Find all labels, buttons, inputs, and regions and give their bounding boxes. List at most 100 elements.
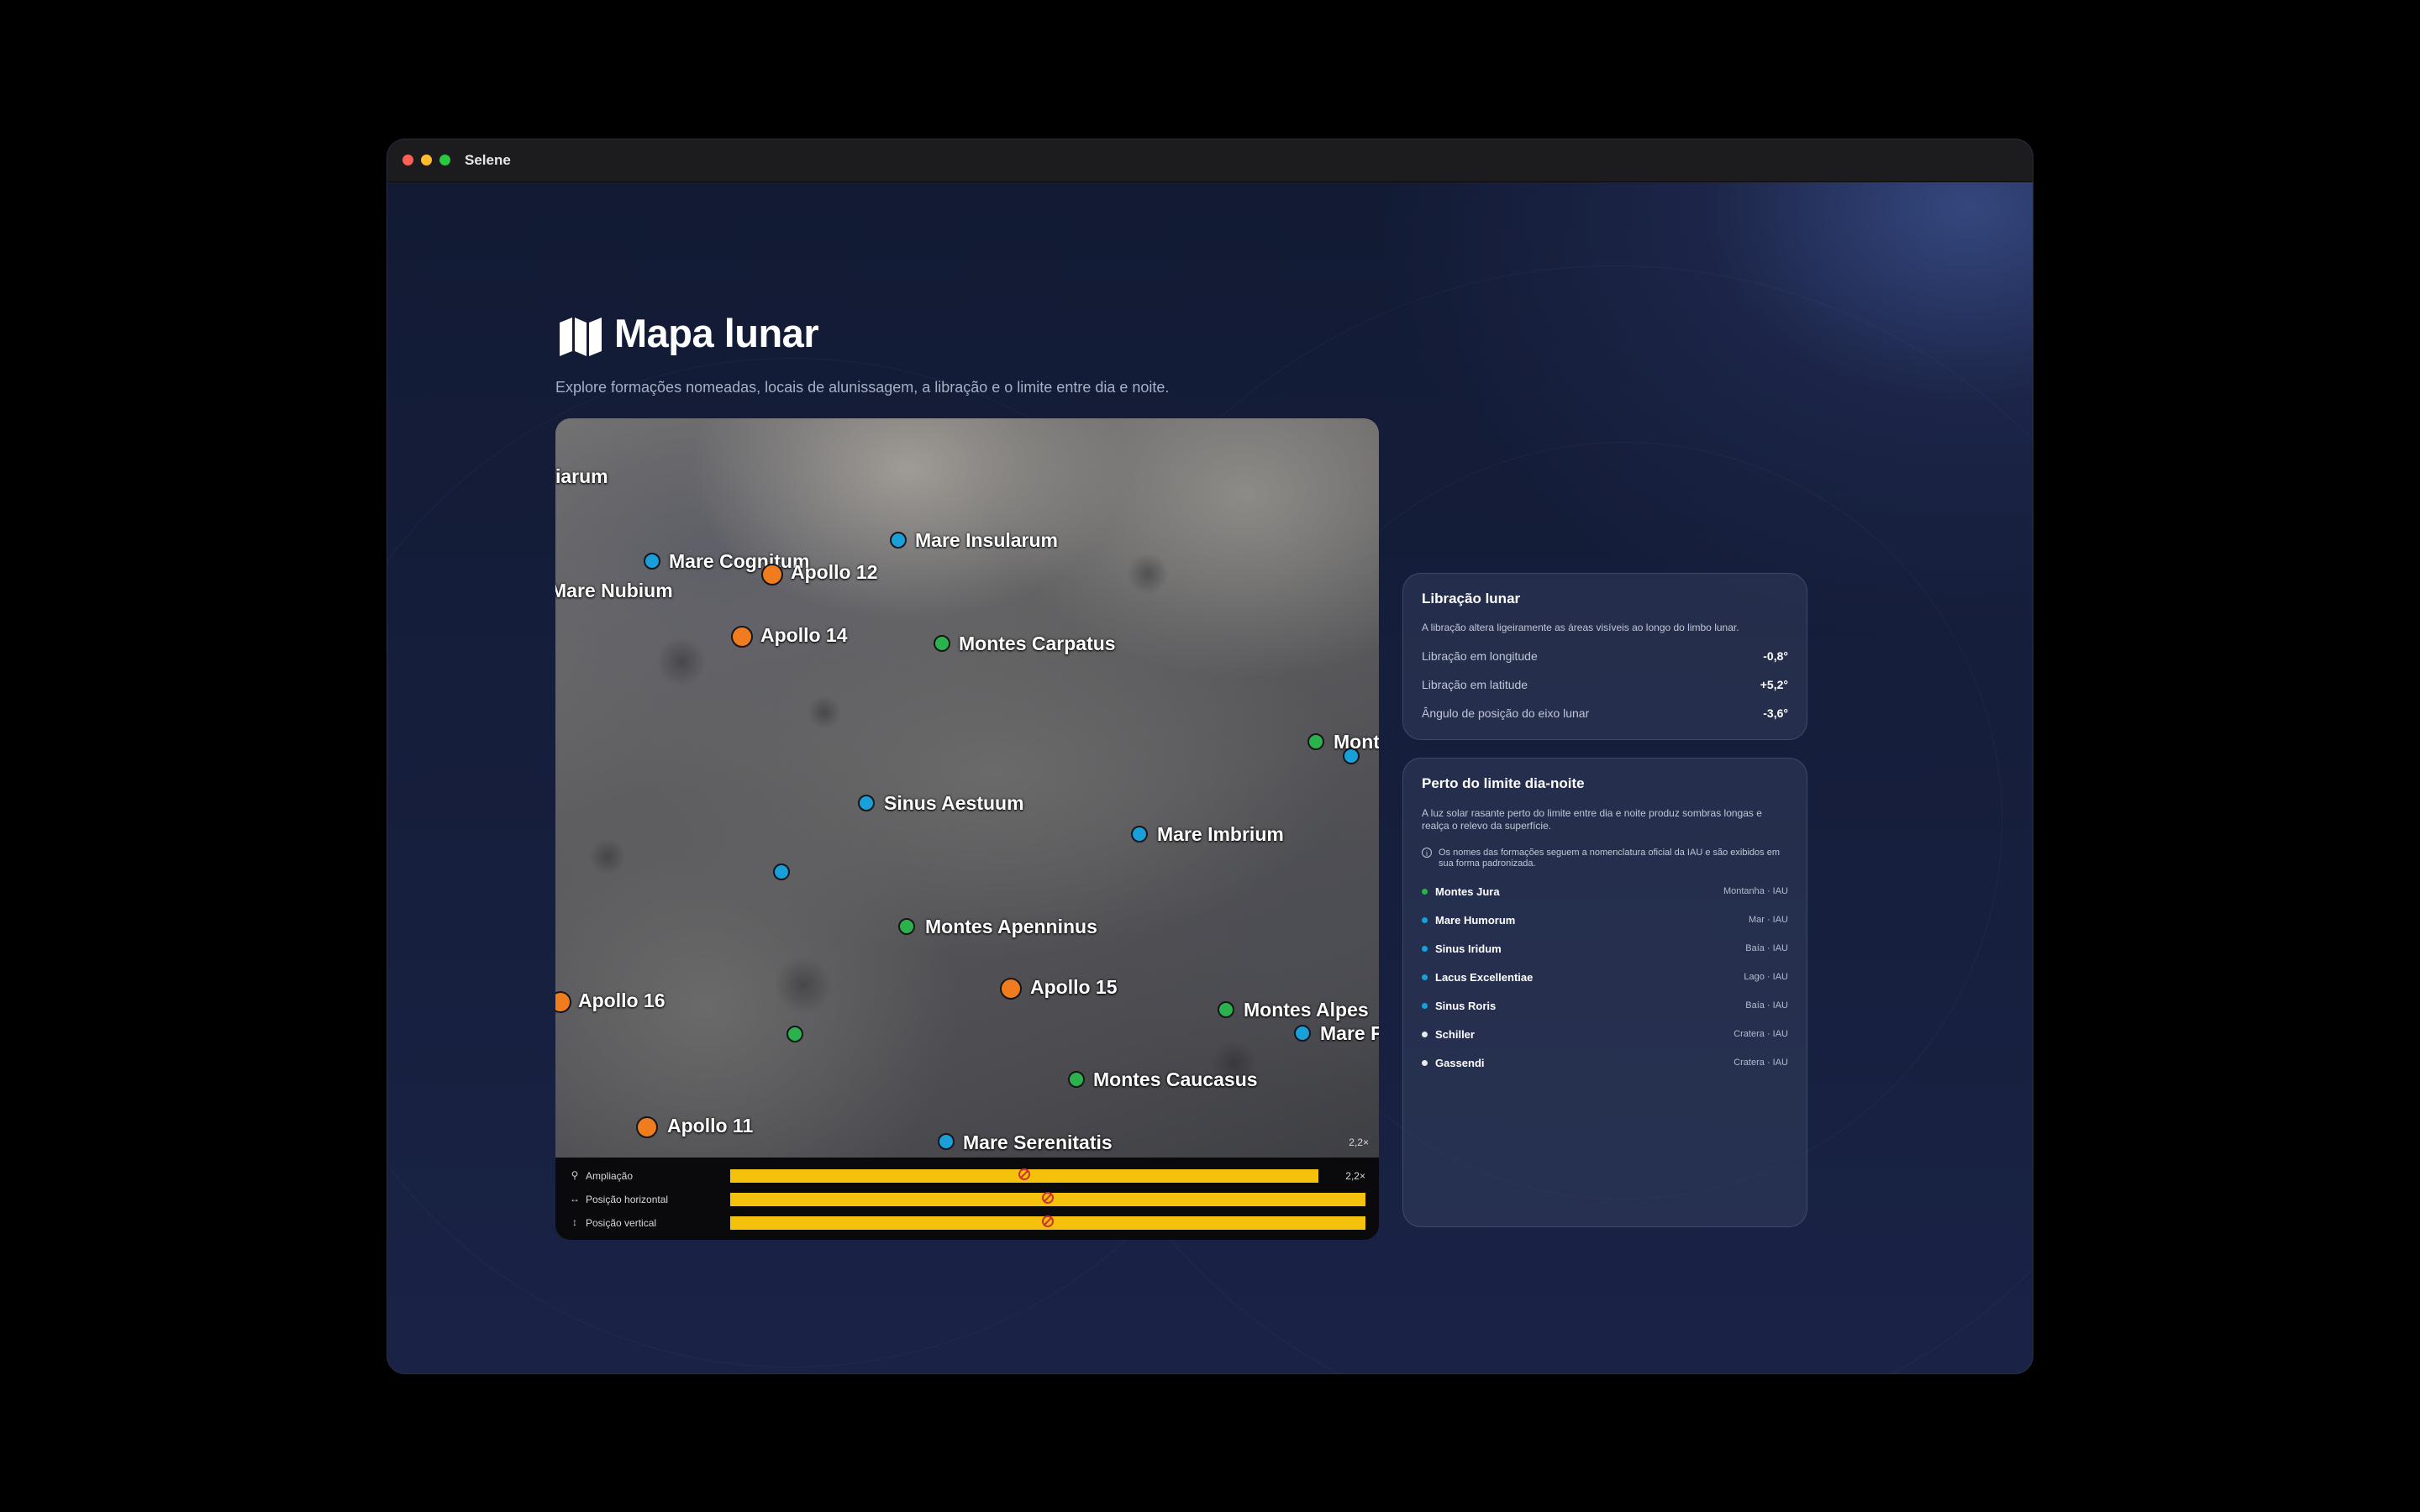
sea-dot-icon [1422, 1003, 1428, 1009]
panel-description: A luz solar rasante perto do limite entr… [1422, 807, 1762, 832]
sea-marker[interactable] [773, 864, 790, 880]
feature-row[interactable]: Schiller Cratera · IAU [1422, 1027, 1788, 1042]
sea-marker[interactable] [858, 795, 875, 811]
slider-thumb[interactable] [1042, 1215, 1054, 1227]
note-text: Os nomes das formações seguem a nomencla… [1439, 848, 1780, 869]
slider-thumb[interactable] [1042, 1192, 1054, 1204]
landing-site-marker[interactable] [555, 991, 571, 1013]
app-window: Selene Mapa lunar Explore formações nome… [387, 139, 2033, 1374]
feature-type: Mar · IAU [1748, 915, 1788, 925]
panel-title: Perto do limite dia-noite [1422, 775, 1585, 791]
feature-name: Sinus Roris [1435, 1000, 1497, 1012]
crater [1127, 553, 1169, 595]
feature-label: iarum [555, 465, 608, 487]
feature-name: Schiller [1435, 1028, 1475, 1041]
horizontal-position-slider[interactable] [730, 1192, 1365, 1206]
feature-label: Apollo 15 [1030, 976, 1118, 998]
sea-dot-icon [1422, 917, 1428, 923]
mountain-marker[interactable] [934, 635, 950, 652]
row-value: -3,6° [1763, 706, 1788, 720]
feature-label: Mare Serenitatis [963, 1131, 1113, 1153]
feature-type: Baía · IAU [1745, 1000, 1788, 1011]
mountain-marker[interactable] [1307, 733, 1324, 750]
feature-label: Mare F [1320, 1022, 1379, 1044]
crater-dot-icon [1422, 1032, 1428, 1037]
feature-type: Lago · IAU [1744, 972, 1788, 982]
feature-type: Montanha · IAU [1723, 886, 1788, 896]
vertical-position-slider[interactable] [730, 1215, 1365, 1230]
sea-dot-icon [1422, 974, 1428, 980]
feature-label: Montes Apenninus [925, 916, 1097, 937]
libration-longitude-row: Libração em longitude -0,8° [1422, 649, 1788, 663]
row-value: -0,8° [1763, 649, 1788, 663]
feature-name: Sinus Iridum [1435, 942, 1502, 955]
sea-marker[interactable] [938, 1133, 955, 1150]
libration-panel: Libração lunar A libração altera ligeira… [1402, 573, 1807, 740]
zoom-window-button[interactable] [439, 155, 450, 165]
horizontal-position-control: ↔ Posição horizontal [555, 1191, 1379, 1208]
mountain-marker[interactable] [786, 1026, 803, 1042]
feature-label: Montes Carpatus [959, 633, 1116, 654]
info-icon: i [1422, 848, 1432, 858]
sea-marker[interactable] [644, 553, 660, 570]
crater [656, 637, 707, 687]
feature-type: Cratera · IAU [1733, 1058, 1788, 1068]
minimize-window-button[interactable] [421, 155, 432, 165]
feature-label: Apollo 16 [578, 990, 666, 1011]
page-subtitle: Explore formações nomeadas, locais de al… [555, 379, 1170, 396]
terminator-panel: Perto do limite dia-noite A luz solar ra… [1402, 758, 1807, 1227]
landing-site-marker[interactable] [1000, 978, 1022, 1000]
feature-label: Montes Caucasus [1093, 1068, 1258, 1090]
crater [774, 956, 833, 1015]
mountain-marker[interactable] [1068, 1071, 1085, 1088]
feature-label: Sinus Aestuum [884, 792, 1024, 814]
mountain-marker[interactable] [898, 918, 915, 935]
page-title: Mapa lunar [614, 311, 819, 355]
feature-label: Mare Cognitum [669, 550, 810, 572]
row-label: Libração em longitude [1422, 649, 1538, 663]
row-label: Ângulo de posição do eixo lunar [1422, 706, 1590, 720]
zoom-control: ⚲ Ampliação 2,2× [555, 1168, 1379, 1184]
zoom-slider[interactable] [730, 1168, 1318, 1183]
feature-name: Lacus Excellentiae [1435, 971, 1534, 984]
moon-surface[interactable]: iarum Mare Cognitum Apollo 12 Mare Insul… [555, 418, 1379, 1158]
row-value: +5,2° [1760, 678, 1788, 691]
mountain-marker[interactable] [1218, 1001, 1234, 1018]
horizontal-arrows-icon: ↔ [570, 1193, 580, 1205]
control-label: Posição horizontal [586, 1194, 669, 1205]
crater-dot-icon [1422, 1060, 1428, 1066]
panel-description: A libração altera ligeiramente as áreas … [1422, 622, 1739, 633]
feature-label: Mont [1334, 731, 1379, 753]
landing-site-marker[interactable] [761, 564, 783, 585]
control-label: Posição vertical [586, 1217, 657, 1229]
map-controls: ⚲ Ampliação 2,2× ↔ Posição horizontal ↕ … [555, 1158, 1379, 1240]
feature-label: Mare Insularum [915, 529, 1058, 551]
map-icon [560, 318, 602, 356]
panel-title: Libração lunar [1422, 591, 1521, 606]
sea-marker[interactable] [1131, 826, 1148, 843]
feature-row[interactable]: Lacus Excellentiae Lago · IAU [1422, 970, 1788, 985]
feature-label: Mare Nubium [555, 580, 673, 601]
sea-marker[interactable] [1294, 1025, 1311, 1042]
close-window-button[interactable] [402, 155, 413, 165]
sea-marker[interactable] [890, 532, 907, 549]
lunar-map[interactable]: iarum Mare Cognitum Apollo 12 Mare Insul… [555, 418, 1379, 1240]
feature-row[interactable]: Sinus Iridum Baía · IAU [1422, 942, 1788, 957]
landing-site-marker[interactable] [636, 1116, 658, 1138]
magnifier-icon: ⚲ [571, 1169, 579, 1181]
slider-thumb[interactable] [1018, 1168, 1030, 1180]
landing-site-marker[interactable] [731, 626, 753, 648]
vertical-arrows-icon: ↕ [572, 1216, 577, 1228]
control-value: 2,2× [1345, 1170, 1365, 1182]
feature-row[interactable]: Mare Humorum Mar · IAU [1422, 913, 1788, 928]
feature-row[interactable]: Gassendi Cratera · IAU [1422, 1056, 1788, 1071]
feature-label: Apollo 14 [760, 624, 848, 646]
crater [589, 838, 626, 875]
feature-row[interactable]: Montes Jura Montanha · IAU [1422, 885, 1788, 900]
row-label: Libração em latitude [1422, 678, 1528, 691]
feature-name: Gassendi [1435, 1057, 1485, 1069]
title-bar: Selene [387, 139, 2033, 182]
feature-name: Montes Jura [1435, 885, 1500, 898]
control-label: Ampliação [586, 1170, 634, 1182]
feature-row[interactable]: Sinus Roris Baía · IAU [1422, 999, 1788, 1014]
